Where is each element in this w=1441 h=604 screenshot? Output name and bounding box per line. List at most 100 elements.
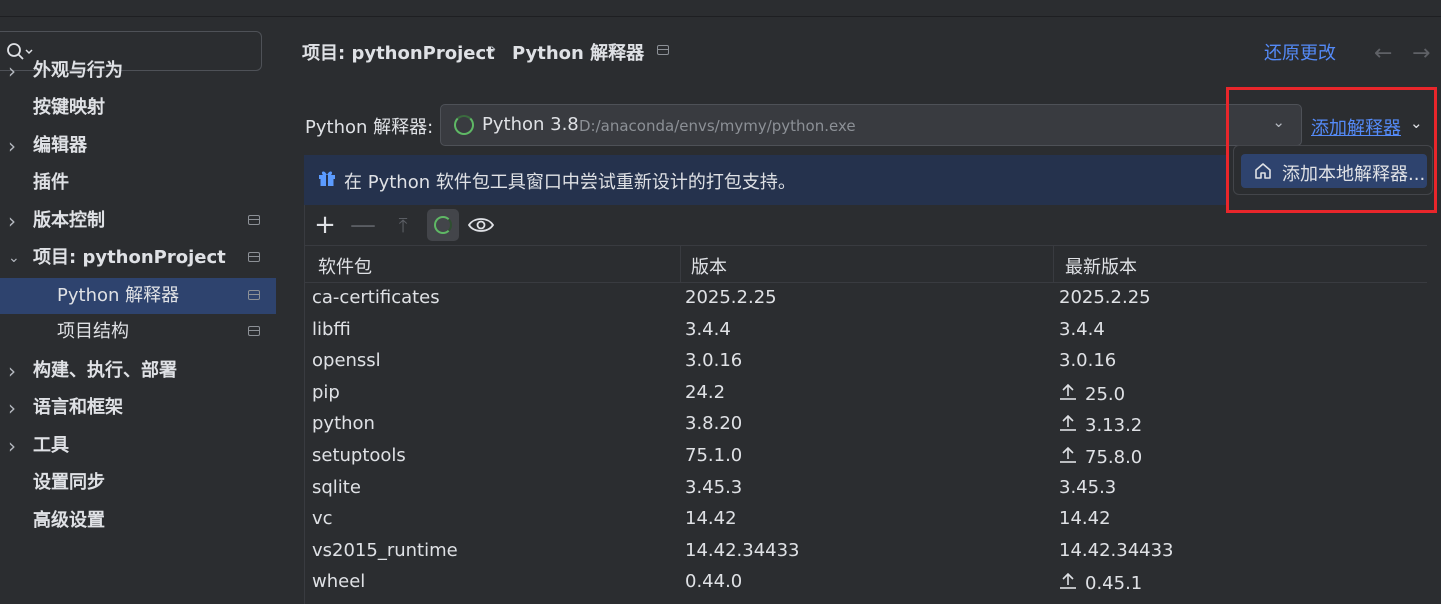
- sidebar-item-label: 插件: [33, 172, 69, 193]
- table-row[interactable]: sqlite 3.45.3 3.45.3: [305, 473, 1427, 504]
- package-name-cell: libffi: [312, 318, 351, 340]
- pin-icon: [248, 252, 260, 262]
- chevron-down-icon[interactable]: ⌄: [8, 240, 22, 276]
- pin-icon: [248, 290, 260, 300]
- chevron-right-icon[interactable]: ›: [8, 128, 22, 164]
- sidebar-item-label: 工具: [33, 435, 69, 456]
- sidebar-item[interactable]: › 语言和框架: [0, 390, 276, 426]
- remove-package-icon[interactable]: —: [347, 209, 379, 241]
- column-header-latest[interactable]: 最新版本: [1065, 253, 1137, 279]
- package-latest-cell: 3.4.4: [1059, 318, 1105, 340]
- refresh-spinner-icon[interactable]: [427, 209, 459, 241]
- sidebar-item[interactable]: › 外观与行为: [0, 53, 276, 89]
- package-latest-cell: 3.13.2: [1059, 413, 1142, 436]
- package-latest-cell: 3.45.3: [1059, 476, 1117, 498]
- package-name-cell: setuptools: [312, 445, 406, 466]
- add-package-icon[interactable]: +: [309, 209, 341, 241]
- chevron-right-icon[interactable]: ›: [8, 203, 22, 239]
- interpreter-select[interactable]: Python 3.8 D:/anaconda/envs/mymy/python.…: [440, 104, 1302, 146]
- sidebar-item[interactable]: 高级设置: [0, 503, 276, 539]
- sidebar-item[interactable]: 按键映射: [0, 90, 276, 126]
- interpreter-label: Python 解释器:: [305, 117, 434, 138]
- column-header-version[interactable]: 版本: [691, 253, 727, 279]
- table-row[interactable]: openssl 3.0.16 3.0.16: [305, 346, 1427, 377]
- breadcrumb-separator: ›: [490, 39, 497, 58]
- sidebar-item[interactable]: ⌄ 项目: pythonProject: [0, 240, 276, 276]
- sidebar-item[interactable]: › 工具: [0, 428, 276, 464]
- package-name-cell: ca-certificates: [312, 287, 440, 308]
- highlight-annotation-box: [1226, 87, 1437, 213]
- table-row[interactable]: setuptools 75.1.0 75.8.0: [305, 441, 1427, 472]
- forward-arrow-icon[interactable]: →: [1412, 41, 1430, 66]
- sidebar-item-label: 编辑器: [33, 135, 87, 156]
- column-divider[interactable]: [1053, 246, 1054, 282]
- sidebar-item-label: 构建、执行、部署: [33, 360, 177, 381]
- table-row[interactable]: vs2015_runtime 14.42.34433 14.42.34433: [305, 536, 1427, 567]
- package-version-cell: 0.44.0: [685, 571, 743, 593]
- chevron-right-icon[interactable]: ›: [8, 53, 22, 89]
- sidebar-item-label: 设置同步: [33, 472, 105, 493]
- upgrade-arrow-icon: [1059, 445, 1077, 468]
- upgrade-arrow-icon: [1059, 571, 1077, 594]
- upgrade-arrow-icon: [1059, 382, 1077, 405]
- table-row[interactable]: pip 24.2 25.0: [305, 378, 1427, 409]
- package-name-cell: vc: [312, 508, 333, 530]
- package-name-cell: python: [312, 413, 375, 435]
- title-bar-strip: [0, 0, 1441, 17]
- banner-text[interactable]: 在 Python 软件包工具窗口中尝试重新设计的打包支持。: [344, 168, 796, 194]
- chevron-right-icon[interactable]: ›: [8, 428, 22, 464]
- sidebar-item[interactable]: 插件: [0, 165, 276, 201]
- sidebar-item-label: Python 解释器: [57, 285, 180, 306]
- sidebar-item-label: 语言和框架: [33, 397, 123, 418]
- pin-icon: [248, 326, 260, 336]
- package-version-cell: 24.2: [685, 381, 726, 403]
- sidebar-item-label: 高级设置: [33, 510, 105, 531]
- package-version-cell: 3.8.20: [685, 413, 743, 435]
- eye-icon[interactable]: [465, 209, 497, 241]
- chevron-right-icon[interactable]: ›: [8, 353, 22, 389]
- package-name-cell: openssl: [312, 350, 381, 372]
- package-version-cell: 3.4.4: [685, 318, 731, 340]
- column-divider[interactable]: [680, 246, 681, 282]
- pin-icon: [248, 215, 260, 225]
- breadcrumb-project[interactable]: 项目: pythonProject: [302, 39, 495, 65]
- package-name-cell: pip: [312, 381, 340, 403]
- table-header: 软件包 版本 最新版本: [305, 246, 1427, 283]
- pin-icon[interactable]: [657, 45, 669, 55]
- column-header-package[interactable]: 软件包: [318, 253, 372, 279]
- sidebar-item[interactable]: 设置同步: [0, 465, 276, 501]
- sidebar-item[interactable]: › 版本控制: [0, 203, 276, 239]
- table-row[interactable]: libffi 3.4.4 3.4.4: [305, 315, 1427, 346]
- sidebar-item-label: 项目结构: [57, 321, 129, 342]
- chevron-right-icon[interactable]: ›: [8, 390, 22, 426]
- sidebar-item-label: 版本控制: [33, 210, 105, 231]
- sidebar-item[interactable]: › 构建、执行、部署: [0, 353, 276, 389]
- package-name-cell: vs2015_runtime: [312, 539, 458, 561]
- table-row[interactable]: wheel 0.44.0 0.45.1: [305, 567, 1427, 598]
- package-version-cell: 3.45.3: [685, 476, 743, 498]
- gift-icon: [319, 171, 335, 186]
- sidebar-item[interactable]: Python 解释器: [0, 278, 276, 314]
- package-latest-cell: 2025.2.25: [1059, 287, 1151, 308]
- table-row[interactable]: python 3.8.20 3.13.2: [305, 409, 1427, 440]
- package-version-cell: 3.0.16: [685, 350, 743, 372]
- table-row[interactable]: vc 14.42 14.42: [305, 504, 1427, 535]
- restore-changes-link[interactable]: 还原更改: [1264, 39, 1336, 65]
- sidebar-item-label: 按键映射: [33, 97, 105, 118]
- package-latest-cell: 3.0.16: [1059, 350, 1117, 372]
- upgrade-arrow-icon: [1059, 413, 1077, 436]
- sidebar-item[interactable]: 项目结构: [0, 314, 276, 350]
- sidebar-item-label: 外观与行为: [33, 60, 123, 81]
- interpreter-path: D:/anaconda/envs/mymy/python.exe: [579, 117, 856, 135]
- package-version-cell: 75.1.0: [685, 445, 743, 466]
- packages-table: 软件包 版本 最新版本 ca-certificates 2025.2.25 2025…: [304, 245, 1427, 604]
- table-row[interactable]: ca-certificates 2025.2.25 2025.2.25: [305, 283, 1427, 314]
- package-latest-cell: 14.42.34433: [1059, 539, 1174, 561]
- page-title: Python 解释器: [512, 43, 645, 64]
- upgrade-package-icon[interactable]: ⤒: [387, 209, 419, 241]
- sidebar-item[interactable]: › 编辑器: [0, 128, 276, 164]
- settings-sidebar: › 外观与行为按键映射 › 编辑器插件 › 版本控制 ⌄ 项目: pythonProject P…: [0, 17, 276, 603]
- back-arrow-icon[interactable]: ←: [1374, 41, 1392, 66]
- package-name-cell: wheel: [312, 571, 366, 593]
- package-latest-cell: 14.42: [1059, 508, 1111, 530]
